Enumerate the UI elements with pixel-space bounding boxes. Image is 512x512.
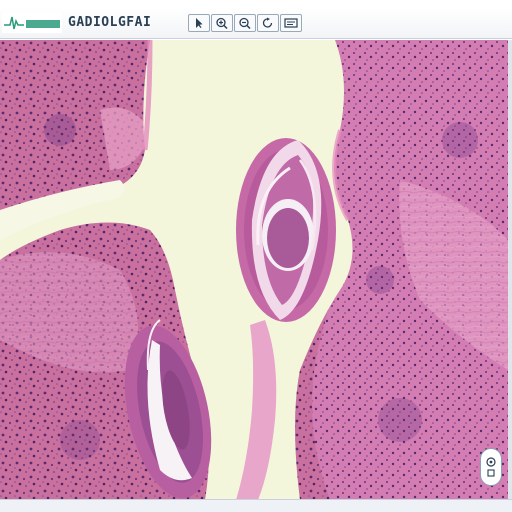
zoom-in-button[interactable] bbox=[211, 14, 233, 32]
app-logo bbox=[2, 13, 62, 33]
rotate-button[interactable] bbox=[257, 14, 279, 32]
navigator-icon bbox=[486, 457, 496, 477]
zoom-out-icon bbox=[239, 17, 251, 29]
zoom-out-button[interactable] bbox=[234, 14, 256, 32]
top-toolbar: GADIOLGFAI bbox=[0, 8, 512, 39]
app-title: GADIOLGFAI bbox=[68, 15, 152, 30]
vertical-scrollbar[interactable] bbox=[508, 40, 512, 500]
navigator-button[interactable] bbox=[480, 448, 502, 486]
histology-slide-image bbox=[0, 40, 508, 500]
slide-viewport[interactable] bbox=[0, 40, 508, 500]
waveform-logo-icon bbox=[2, 13, 62, 33]
cursor-icon bbox=[196, 18, 203, 28]
slide-viewer-app: GADIOLGFAI bbox=[0, 0, 512, 512]
status-strip bbox=[0, 499, 512, 512]
rotate-icon bbox=[262, 17, 273, 28]
zoom-in-icon bbox=[216, 17, 228, 29]
select-tool-button[interactable] bbox=[188, 14, 210, 32]
annotation-icon bbox=[284, 18, 298, 28]
annotation-button[interactable] bbox=[280, 14, 302, 32]
